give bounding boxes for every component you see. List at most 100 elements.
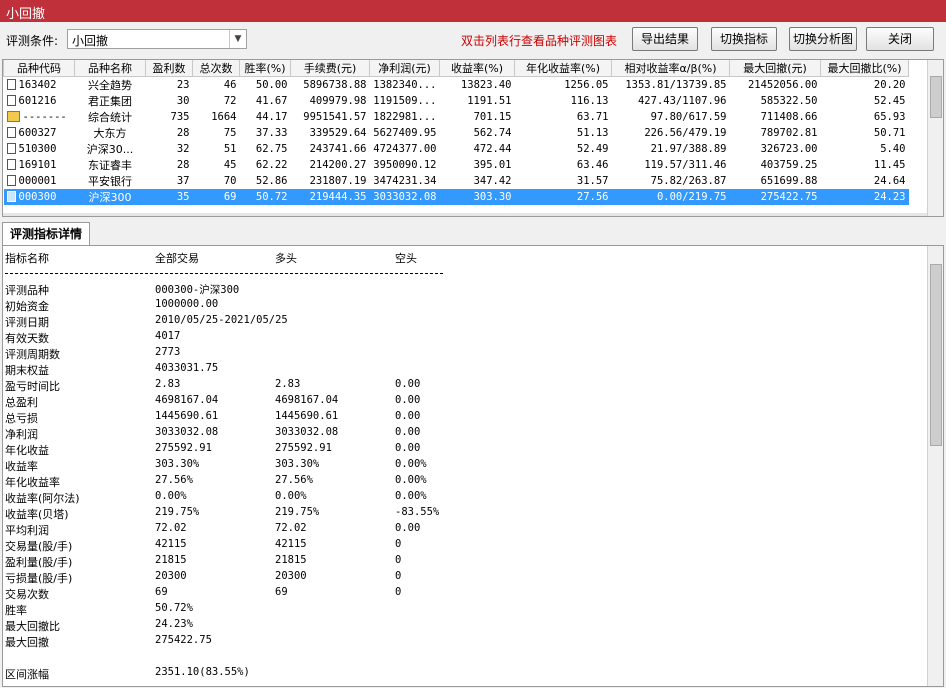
column-header[interactable]: 品种名称 (74, 60, 146, 77)
cell-value: 21.97/388.89 (650, 143, 727, 155)
cell-value: 409979.98 (309, 95, 367, 107)
cell-value: 65.93 (873, 111, 906, 123)
table-row[interactable]: 600327 大东方 28 75 37.33 339529.64 5627409.95 562… (4, 125, 909, 141)
document-icon (6, 127, 16, 138)
metric-value: 0 (395, 538, 402, 550)
cell-value: 1382340... (373, 79, 437, 91)
close-button[interactable]: 关闭 (866, 27, 934, 51)
horizontal-scrollbar[interactable] (3, 213, 928, 216)
column-header[interactable]: 盈利数 (145, 60, 193, 77)
cell-code-text: 600327 (18, 127, 57, 139)
cell-name: 兴全趋势 (88, 79, 132, 92)
column-header[interactable]: 相对收益率α/β(%) (611, 60, 730, 77)
detail-row: 期末权益 4033031.75 (5, 362, 905, 378)
cell-value: 23 (176, 79, 190, 91)
metric-value: 0.00 (395, 442, 421, 454)
cell-value: 562.74 (473, 127, 512, 139)
cell-value: 9951541.57 (303, 111, 367, 123)
cell-value: 427.43/1107.96 (637, 95, 727, 107)
cell-value: 52.45 (873, 95, 906, 107)
detail-row: 最大回撤 275422.75 (5, 634, 905, 650)
cell-value: 69 (192, 189, 240, 205)
detail-row (5, 650, 905, 666)
document-icon (6, 95, 16, 106)
cell-value: 70 (223, 175, 237, 187)
cell-value: 226.56/479.19 (644, 127, 727, 139)
scrollbar-thumb[interactable] (930, 76, 942, 118)
metric-value: 0.00 (395, 378, 421, 390)
metric-value: 0 (395, 586, 402, 598)
table-row[interactable]: 163402 兴全趋势 23 46 50.00 5896738.88 1382340... 1… (4, 77, 909, 94)
window-title: 小回撤 (6, 7, 46, 22)
cell-value: 5896738.88 (303, 79, 367, 91)
cell-value: 0.00/219.75 (611, 189, 730, 205)
metric-value: 21815 (155, 554, 187, 566)
cell-value: 3474231.34 (373, 175, 437, 187)
table-row[interactable]: 169101 东证睿丰 28 45 62.22 214200.27 3950090.12 39… (4, 157, 909, 173)
table-row[interactable]: 000001 平安银行 37 70 52.86 231807.19 3474231.34 34… (4, 173, 909, 189)
tab-evaluation-details[interactable]: 评测指标详情 (2, 222, 90, 246)
switch-analysis-chart-button[interactable]: 切换分析图 (789, 27, 857, 51)
metric-value: 0 (395, 570, 402, 582)
chevron-down-icon[interactable]: ▼ (229, 30, 246, 48)
cell-value: 1664 (211, 111, 237, 123)
export-results-button[interactable]: 导出结果 (632, 27, 698, 51)
cell-code-text: 000001 (18, 175, 57, 187)
detail-scrollbar-thumb[interactable] (930, 264, 942, 446)
separator-line (5, 273, 443, 274)
cell-value: 24.64 (873, 175, 906, 187)
vertical-scrollbar[interactable] (927, 60, 943, 216)
cell-value: 3033032.08 (369, 189, 440, 205)
metric-value: 275592.91 (275, 442, 332, 454)
condition-select[interactable]: 小回撤 ▼ (67, 29, 247, 49)
metric-name: 初始资金 (5, 300, 49, 313)
column-header[interactable]: 最大回撤(元) (729, 60, 821, 77)
header-all-trades: 全部交易 (155, 252, 199, 265)
switch-indicator-button[interactable]: 切换指标 (711, 27, 777, 51)
detail-header-row: 指标名称 全部交易 多头 空头 (5, 250, 905, 266)
cell-value: 13823.40 (460, 79, 512, 91)
column-header[interactable]: 手续费(元) (290, 60, 370, 77)
cell-value: 51.13 (576, 127, 609, 139)
column-header[interactable]: 总次数 (192, 60, 240, 77)
column-header[interactable]: 净利润(元) (369, 60, 440, 77)
detail-vertical-scrollbar[interactable] (927, 246, 943, 686)
cell-value: 789702.81 (760, 127, 818, 139)
column-header[interactable]: 最大回撤比(%) (820, 60, 909, 77)
table-row[interactable]: ------- 综合统计 735 1664 44.17 9951541.57 1822981… (4, 109, 909, 125)
cell-value: 303.30 (439, 189, 515, 205)
table-row[interactable]: 601216 君正集团 30 72 41.67 409979.98 1191509... 11… (4, 93, 909, 109)
column-header[interactable]: 胜率(%) (239, 60, 291, 77)
cell-value: 711408.66 (760, 111, 818, 123)
cell-value: 50.72 (239, 189, 291, 205)
cell-value: 243741.66 (309, 143, 367, 155)
cell-code: 169101 (4, 157, 75, 173)
metric-name: 胜率 (5, 604, 27, 617)
metric-value: 275422.75 (155, 634, 212, 646)
detail-row: 评测日期 2010/05/25-2021/05/25 (5, 314, 905, 330)
column-header[interactable]: 年化收益率(%) (514, 60, 612, 77)
condition-label: 评测条件: (6, 34, 59, 48)
metric-value: -83.55% (395, 506, 440, 518)
table-row[interactable]: 000300 沪深300 35 69 50.72 219444.35 3033032.08 3… (3, 189, 909, 205)
cell-value: 41.67 (255, 95, 288, 107)
table-row[interactable]: 510300 沪深30... 32 51 62.75 243741.66 4724377.0… (4, 141, 909, 157)
metric-name: 年化收益率 (5, 476, 60, 489)
detail-row: 净利润 3033032.08 3033032.08 0.00 (5, 426, 905, 442)
column-header[interactable]: 品种代码 (3, 60, 75, 77)
metric-value: 303.30% (155, 458, 200, 470)
metric-name: 总亏损 (5, 412, 38, 425)
metric-value: 0.00% (275, 490, 307, 502)
tab-bar: 评测指标详情 (0, 222, 946, 246)
cell-value: 28 (176, 127, 190, 139)
column-header[interactable]: 收益率(%) (439, 60, 515, 77)
metric-value: 0.00 (395, 426, 421, 438)
cell-value: 35 (145, 189, 193, 205)
detail-row: 平均利润 72.02 72.02 0.00 (5, 522, 905, 538)
detail-row: 有效天数 4017 (5, 330, 905, 346)
metric-name: 最大回撤 (5, 636, 49, 649)
header-long: 多头 (275, 252, 297, 265)
cell-value: 1353.81/13739.85 (625, 79, 727, 91)
cell-name: 君正集团 (88, 95, 132, 108)
document-icon (6, 143, 16, 154)
